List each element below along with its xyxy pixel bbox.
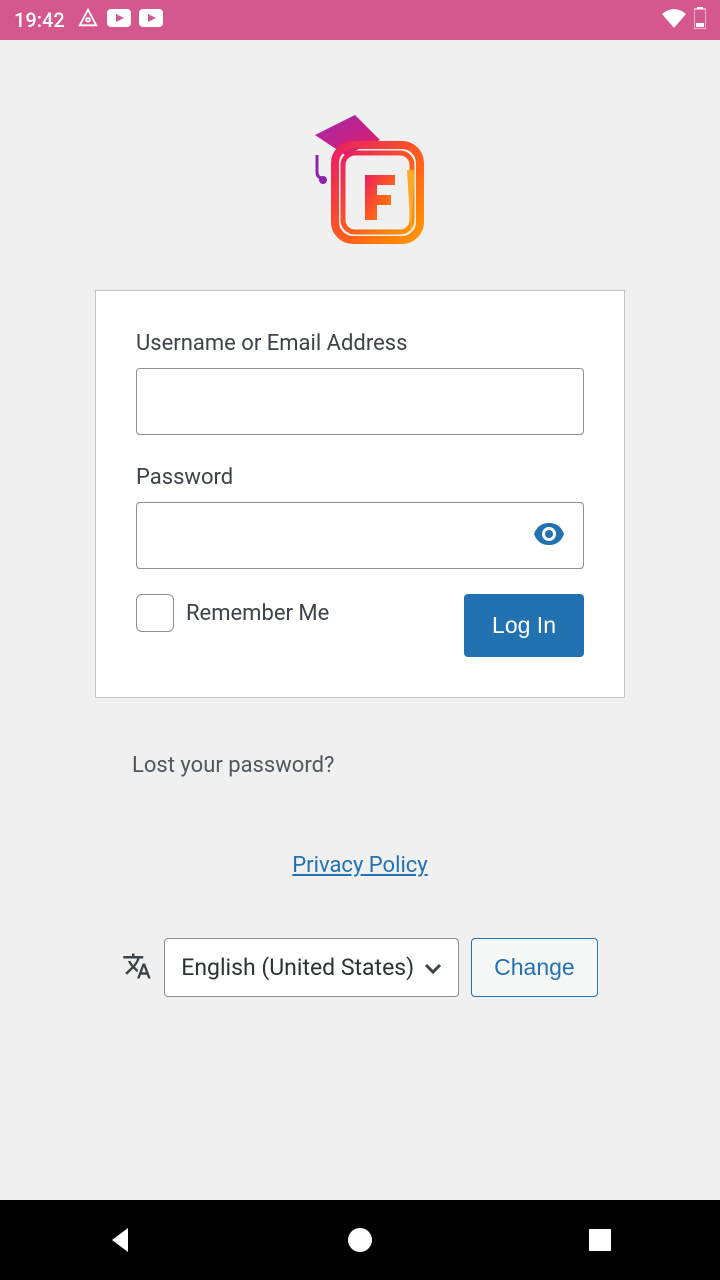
status-bar: 19:42 — [0, 0, 720, 40]
chevron-down-icon — [424, 954, 442, 981]
battery-icon — [694, 7, 706, 33]
status-time: 19:42 — [14, 8, 65, 32]
privacy-policy-link[interactable]: Privacy Policy — [0, 853, 720, 878]
show-password-icon[interactable] — [529, 518, 569, 554]
password-label: Password — [136, 465, 584, 490]
remember-checkbox[interactable] — [136, 594, 174, 632]
login-card: Username or Email Address Password Remem… — [95, 290, 625, 698]
app-icon — [77, 7, 99, 33]
wifi-icon — [662, 8, 686, 32]
language-select[interactable]: English (United States) — [164, 938, 459, 997]
nav-back-button[interactable] — [104, 1224, 136, 1256]
lost-password-link[interactable]: Lost your password? — [132, 753, 334, 778]
nav-home-button[interactable] — [344, 1224, 376, 1256]
nav-recent-button[interactable] — [584, 1224, 616, 1256]
language-selected: English (United States) — [181, 954, 414, 981]
username-label: Username or Email Address — [136, 331, 584, 356]
youtube-icon — [139, 9, 163, 31]
login-button[interactable]: Log In — [464, 594, 584, 657]
app-logo — [0, 100, 720, 250]
translate-icon — [122, 951, 152, 985]
navigation-bar — [0, 1200, 720, 1280]
change-language-button[interactable]: Change — [471, 938, 598, 997]
youtube-icon — [107, 9, 131, 31]
username-input[interactable] — [136, 368, 584, 435]
password-input[interactable] — [136, 502, 584, 569]
remember-label: Remember Me — [186, 601, 329, 626]
